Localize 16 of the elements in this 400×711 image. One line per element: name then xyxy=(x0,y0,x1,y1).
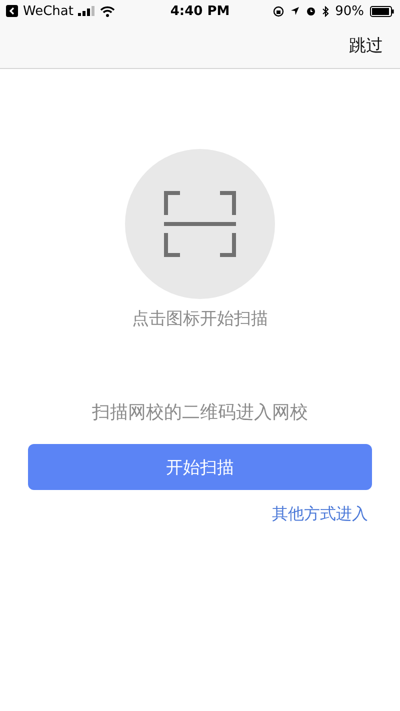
battery-icon xyxy=(370,6,394,16)
alarm-icon xyxy=(306,6,316,16)
back-icon[interactable] xyxy=(6,5,18,17)
signal-icon xyxy=(78,6,96,16)
skip-button[interactable]: 跳过 xyxy=(349,34,383,56)
location-icon xyxy=(290,6,300,16)
back-app-label[interactable]: WeChat xyxy=(23,4,74,18)
instruction-text: 扫描网校的二维码进入网校 xyxy=(92,401,308,424)
battery-percent: 90% xyxy=(335,4,364,18)
scan-caption: 点击图标开始扫描 xyxy=(132,308,268,330)
other-methods-link[interactable]: 其他方式进入 xyxy=(272,504,368,525)
scan-icon xyxy=(164,189,236,259)
bluetooth-icon xyxy=(322,6,330,16)
rotation-lock-icon xyxy=(273,6,284,16)
clock-time: 4:40 PM xyxy=(170,4,230,18)
wifi-icon xyxy=(100,6,116,16)
